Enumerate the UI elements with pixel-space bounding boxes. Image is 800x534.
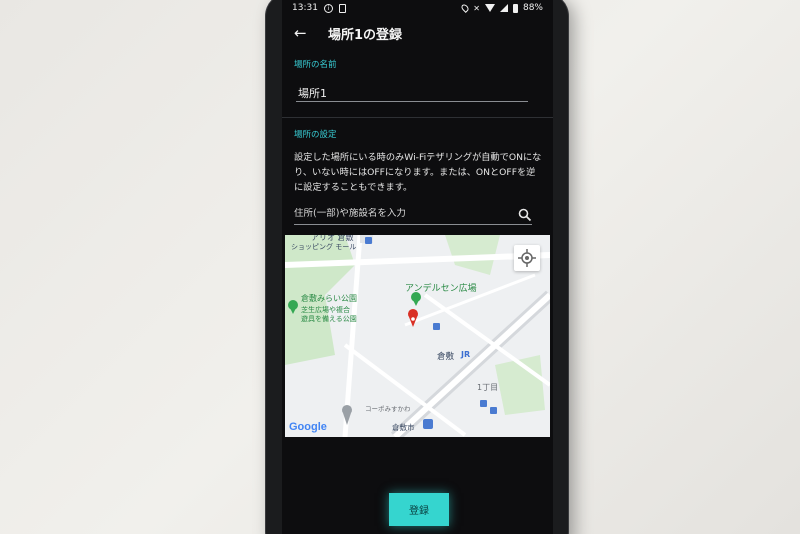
- map-label-chome: 1丁目: [477, 383, 499, 392]
- map-label-park-desc-2: 遊具を備える公園: [301, 315, 357, 323]
- map-label-square: アンデルセン広場: [405, 284, 477, 294]
- wifi-icon: [484, 4, 495, 12]
- map-label-park: 倉敷みらい公園: [301, 294, 357, 303]
- place-settings-label: 場所の設定: [294, 130, 337, 140]
- transit-icon-1: [433, 323, 440, 330]
- info-icon: i: [323, 3, 333, 13]
- map-view[interactable]: アリオ 倉敷 ショッピング モール 倉敷みらい公園 芝生広場や複合 遊具を備える…: [285, 235, 550, 437]
- save-icon: [338, 3, 346, 13]
- search-icon[interactable]: [518, 207, 532, 221]
- signal-icon: [499, 4, 508, 12]
- google-logo: Google: [289, 421, 327, 433]
- map-label-store: コーポみすかわ: [365, 405, 411, 413]
- battery-icon: [512, 3, 518, 13]
- transit-icon-2: [490, 407, 497, 414]
- page-title: 場所1の登録: [328, 27, 403, 43]
- subway-icon: [423, 419, 433, 429]
- place-settings-description: 設定した場所にいる時のみWi-Fiテザリングが自動でONになり、いない時にはOF…: [294, 152, 542, 193]
- map-label-city: 倉敷市: [392, 423, 415, 432]
- register-button[interactable]: 登録: [389, 493, 449, 526]
- map-base: [285, 235, 550, 437]
- section-divider: [282, 117, 553, 118]
- transit-icon-4: [365, 237, 372, 244]
- phone-screen: 13:31 i ✕ 88% ← 場所1の登録 場所の名前 場所1 場所の設定 設…: [282, 0, 553, 534]
- location-icon: [460, 3, 471, 13]
- transit-icon-3: [480, 400, 487, 407]
- battery-percent: 88%: [522, 3, 543, 13]
- place-name-field[interactable]: 場所1: [296, 80, 528, 102]
- map-label-station: 倉敷: [437, 352, 455, 362]
- status-time: 13:31: [292, 3, 318, 13]
- place-name-label: 場所の名前: [294, 60, 337, 70]
- mute-icon: ✕: [473, 3, 480, 13]
- my-location-icon: [518, 249, 536, 267]
- back-arrow-icon[interactable]: ←: [294, 24, 322, 42]
- search-input[interactable]: [294, 208, 518, 219]
- search-bar: [294, 203, 532, 225]
- status-bar: 13:31 i ✕ 88%: [282, 0, 553, 16]
- map-label-top-poi-sub: ショッピング モール: [291, 243, 357, 251]
- my-location-button[interactable]: [514, 245, 540, 271]
- jr-logo-icon: JR: [461, 350, 471, 359]
- app-bar: ← 場所1の登録: [282, 18, 553, 48]
